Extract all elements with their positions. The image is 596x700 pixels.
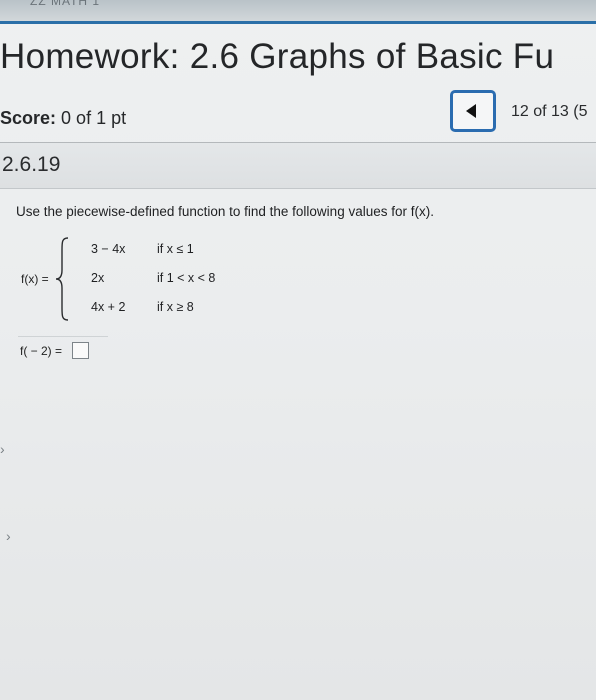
- case-expression: 2x: [91, 271, 105, 285]
- header-divider: [0, 21, 596, 24]
- question-counter[interactable]: 12 of 13 (5: [511, 103, 588, 121]
- case-expression: 3 − 4x: [91, 242, 126, 256]
- score-value: 0 of 1 pt: [61, 108, 127, 128]
- question-instruction: Use the piecewise-defined function to fi…: [16, 204, 434, 219]
- answer-input[interactable]: [72, 342, 89, 359]
- left-brace: [55, 237, 69, 321]
- score-label: Score:: [0, 108, 57, 128]
- case-condition: if 1 < x < 8: [157, 271, 216, 285]
- chevron-right-icon[interactable]: ›: [6, 528, 11, 544]
- function-label: f(x) =: [21, 272, 49, 286]
- case-condition: if x ≤ 1: [157, 242, 194, 256]
- homework-title: Homework: 2.6 Graphs of Basic Fu: [0, 37, 555, 76]
- score-display: Score: 0 of 1 pt: [0, 108, 126, 129]
- chevron-right-icon[interactable]: ›: [0, 441, 5, 457]
- problem-header-bar: [0, 143, 596, 189]
- case-condition: if x ≥ 8: [157, 300, 194, 314]
- problem-number: 2.6.19: [2, 153, 61, 176]
- previous-question-button[interactable]: [450, 90, 496, 132]
- case-expression: 4x + 2: [91, 300, 126, 314]
- browser-top-strip: ZZ MATH 1: [0, 0, 596, 22]
- answer-label: f( − 2) =: [20, 344, 63, 358]
- triangle-left-icon: [466, 104, 476, 118]
- answer-separator: [18, 336, 108, 337]
- course-title-cut: ZZ MATH 1: [30, 0, 101, 8]
